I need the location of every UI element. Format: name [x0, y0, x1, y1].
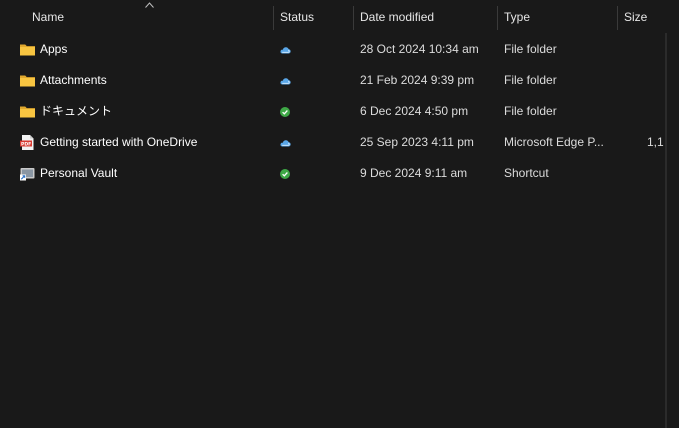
synced-check-icon	[280, 169, 290, 179]
column-header-name[interactable]: Name	[26, 0, 272, 33]
column-header-date-label: Date modified	[360, 10, 435, 24]
shortcut-icon	[20, 168, 35, 181]
date-modified: 28 Oct 2024 10:34 am	[360, 42, 479, 56]
cloud-icon	[280, 140, 291, 147]
vertical-scrollbar[interactable]	[664, 33, 679, 428]
table-row[interactable]: ドキュメント 6 Dec 2024 4:50 pm File folder	[0, 96, 664, 127]
file-name: Attachments	[40, 73, 107, 87]
table-row[interactable]: PDF Getting started with OneDrive 25 Sep…	[0, 127, 664, 158]
synced-check-icon	[280, 107, 290, 117]
file-type: File folder	[504, 42, 557, 56]
table-row[interactable]: Apps 28 Oct 2024 10:34 am File folder	[0, 34, 664, 65]
pdf-file-icon: PDF	[20, 135, 34, 150]
column-header-size-label: Size	[624, 10, 648, 24]
column-header-status[interactable]: Status	[274, 0, 352, 33]
file-type: File folder	[504, 73, 557, 87]
file-size	[647, 34, 664, 65]
column-header-status-label: Status	[280, 10, 315, 24]
file-size	[647, 65, 664, 96]
table-row[interactable]: Attachments 21 Feb 2024 9:39 pm File fol…	[0, 65, 664, 96]
column-header-size[interactable]: Size	[618, 0, 664, 33]
date-modified: 9 Dec 2024 9:11 am	[360, 166, 468, 180]
column-header-type-label: Type	[504, 10, 531, 24]
svg-text:PDF: PDF	[21, 141, 31, 147]
folder-icon	[20, 106, 35, 118]
file-type: Shortcut	[504, 166, 549, 180]
file-name: ドキュメント	[40, 104, 113, 118]
column-header: Name Status Date modified Type Size	[0, 0, 679, 33]
scrollbar-thumb[interactable]	[665, 33, 667, 428]
file-size	[647, 96, 664, 127]
date-modified: 6 Dec 2024 4:50 pm	[360, 104, 469, 118]
file-size	[647, 158, 664, 189]
file-name: Getting started with OneDrive	[40, 135, 198, 149]
date-modified: 21 Feb 2024 9:39 pm	[360, 73, 475, 87]
column-header-type[interactable]: Type	[498, 0, 616, 33]
file-name: Apps	[40, 42, 68, 56]
folder-icon	[20, 75, 35, 87]
file-type: Microsoft Edge P...	[504, 135, 604, 149]
column-header-name-label: Name	[32, 10, 65, 24]
file-type: File folder	[504, 104, 557, 118]
cloud-icon	[280, 78, 291, 85]
file-size: 1,12	[647, 135, 664, 149]
file-explorer-list: Name Status Date modified Type Size Apps…	[0, 0, 679, 428]
folder-icon	[20, 44, 35, 56]
table-row[interactable]: Personal Vault 9 Dec 2024 9:11 am Shortc…	[0, 158, 664, 189]
column-header-date[interactable]: Date modified	[354, 0, 496, 33]
file-name: Personal Vault	[40, 166, 118, 180]
date-modified: 25 Sep 2023 4:11 pm	[360, 135, 474, 149]
cloud-icon	[280, 47, 291, 54]
